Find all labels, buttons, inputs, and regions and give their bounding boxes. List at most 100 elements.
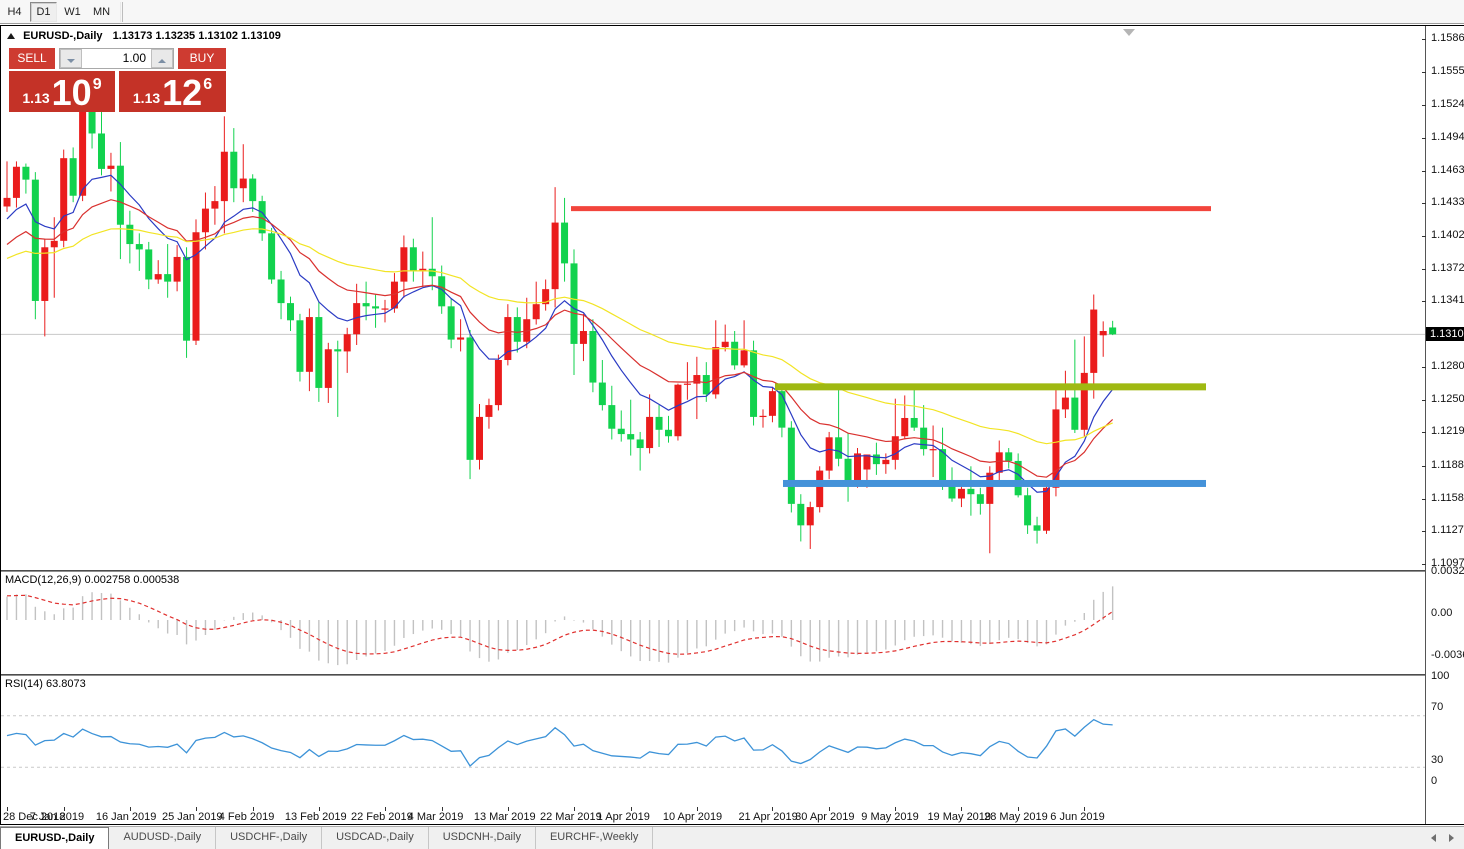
- chart-tab-eurusd[interactable]: EURUSD-,Daily: [0, 827, 109, 849]
- chart-tab-usdcad[interactable]: USDCAD-,Daily: [322, 827, 429, 849]
- timeframe-button-w1[interactable]: W1: [59, 2, 86, 22]
- date-axis-label: 22 Mar 2019: [540, 811, 602, 823]
- buy-price-display[interactable]: 1.13 12 6: [119, 71, 226, 112]
- price-axis-label: 1.15245: [1431, 98, 1464, 110]
- chart-shift-marker-icon[interactable]: [1123, 29, 1135, 36]
- tab-scroll-right-icon[interactable]: [1449, 834, 1454, 842]
- price-axis-tick: [1422, 301, 1426, 302]
- date-axis[interactable]: 28 Dec 20187 Jan 201916 Jan 201925 Jan 2…: [1, 807, 1425, 825]
- chart-tab-usdchf[interactable]: USDCHF-,Daily: [216, 827, 322, 849]
- indicator-axis-label: 30: [1431, 754, 1443, 766]
- chart-window: EURUSD-,Daily 1.13173 1.13235 1.13102 1.…: [0, 25, 1464, 825]
- date-axis-label: 4 Feb 2019: [219, 811, 275, 823]
- date-axis-label: 13 Feb 2019: [285, 811, 347, 823]
- indicator-axis-label: 70: [1431, 701, 1443, 713]
- volume-increase-button[interactable]: [151, 49, 173, 68]
- price-axis-tick: [1422, 499, 1426, 500]
- timeframe-button-mn[interactable]: MN: [88, 2, 115, 22]
- price-axis-tick: [1422, 432, 1426, 433]
- chart-tab-usdcnh[interactable]: USDCNH-,Daily: [429, 827, 536, 849]
- price-axis-label: 1.11580: [1431, 492, 1464, 504]
- rsi-label: RSI(14) 63.8073: [5, 678, 86, 690]
- price-axis-label: 1.11275: [1431, 524, 1464, 536]
- price-axis-label: 1.15550: [1431, 65, 1464, 77]
- macd-label: MACD(12,26,9) 0.002758 0.000538: [5, 574, 179, 586]
- price-axis-tick: [1422, 564, 1426, 565]
- timeframe-button-h4[interactable]: H4: [1, 2, 28, 22]
- price-axis-label: 1.11885: [1431, 459, 1464, 471]
- sell-price-display[interactable]: 1.13 10 9: [9, 71, 115, 112]
- volume-stepper[interactable]: 1.00: [59, 48, 174, 69]
- date-axis-label: 16 Jan 2019: [96, 811, 157, 823]
- date-axis-label: 28 May 2019: [984, 811, 1048, 823]
- date-axis-label: 7 Jan 2019: [30, 811, 84, 823]
- chart-tab-audusd[interactable]: AUDUSD-,Daily: [109, 827, 216, 849]
- price-axis-label: 1.13720: [1431, 262, 1464, 274]
- date-axis-label: 21 Apr 2019: [738, 811, 797, 823]
- volume-decrease-button[interactable]: [60, 49, 82, 68]
- price-axis-label: 1.14025: [1431, 229, 1464, 241]
- price-axis-tick: [1422, 531, 1426, 532]
- indicator-axis-label: 0.003287: [1431, 565, 1464, 577]
- toolbar-separator: [120, 2, 123, 22]
- collapse-panel-icon[interactable]: [7, 33, 15, 39]
- price-axis-tick: [1422, 105, 1426, 106]
- price-axis-label: 1.12805: [1431, 360, 1464, 372]
- timeframe-toolbar: H4D1W1MN: [0, 0, 1464, 24]
- date-axis-label: 22 Feb 2019: [351, 811, 413, 823]
- date-axis-label: 19 May 2019: [927, 811, 991, 823]
- sell-price-pips: 10: [52, 76, 92, 110]
- sell-price-base: 1.13: [22, 90, 49, 106]
- buy-button[interactable]: BUY: [178, 48, 226, 69]
- sell-button[interactable]: SELL: [9, 48, 55, 69]
- date-axis-label: 9 May 2019: [861, 811, 918, 823]
- price-axis-label: 1.12195: [1431, 425, 1464, 437]
- chevron-up-icon: [158, 59, 166, 63]
- volume-value[interactable]: 1.00: [123, 51, 146, 65]
- date-axis-label: 25 Jan 2019: [162, 811, 223, 823]
- chart-symbol-label: EURUSD-,Daily: [23, 30, 102, 42]
- buy-price-base: 1.13: [133, 90, 160, 106]
- price-axis-tick: [1422, 203, 1426, 204]
- buy-price-pips: 12: [162, 76, 202, 110]
- chart-title: EURUSD-,Daily 1.13173 1.13235 1.13102 1.…: [7, 30, 281, 42]
- date-axis-label: 6 Jun 2019: [1050, 811, 1104, 823]
- price-axis[interactable]: 1.15860 1.15550 1.15245 1.14940 1.14635 1.143…: [1425, 26, 1464, 824]
- price-axis-tick: [1422, 269, 1426, 270]
- indicator-axis-label: -0.003659: [1431, 649, 1464, 661]
- sell-price-point: 9: [93, 76, 102, 94]
- date-axis-label: 30 Apr 2019: [795, 811, 854, 823]
- rsi-pane-separator[interactable]: [1, 674, 1425, 676]
- price-axis-tick: [1422, 171, 1426, 172]
- chart-quote-ohlc: 1.13173 1.13235 1.13102 1.13109: [113, 30, 281, 42]
- chevron-down-icon: [67, 59, 75, 63]
- price-axis-label: 1.14635: [1431, 164, 1464, 176]
- date-axis-label: 10 Apr 2019: [663, 811, 722, 823]
- macd-indicator-canvas[interactable]: [1, 573, 1425, 673]
- one-click-trade-panel: SELL 1.00 BUY 1.13 10 9 1.13 12 6: [9, 48, 226, 112]
- indicator-axis-label: 0: [1431, 775, 1437, 787]
- macd-pane-separator[interactable]: [1, 570, 1425, 572]
- current-price-badge: 1.13109: [1426, 327, 1464, 341]
- date-axis-label: 1 Apr 2019: [597, 811, 650, 823]
- price-axis-label: 1.13415: [1431, 294, 1464, 306]
- price-axis-tick: [1422, 466, 1426, 467]
- chart-tab-bar: EURUSD-,DailyAUDUSD-,DailyUSDCHF-,DailyU…: [0, 826, 1464, 849]
- price-axis-tick: [1422, 138, 1426, 139]
- indicator-axis-label: 100: [1431, 670, 1449, 682]
- price-axis-label: 1.15860: [1431, 32, 1464, 44]
- price-axis-label: 1.12500: [1431, 393, 1464, 405]
- price-axis-tick: [1422, 236, 1426, 237]
- rsi-indicator-canvas[interactable]: [1, 677, 1425, 806]
- date-axis-label: 13 Mar 2019: [474, 811, 536, 823]
- price-axis-tick: [1422, 367, 1426, 368]
- timeframe-button-d1[interactable]: D1: [30, 2, 57, 22]
- tab-scroll-left-icon[interactable]: [1431, 834, 1436, 842]
- price-axis-label: 1.14330: [1431, 196, 1464, 208]
- buy-price-point: 6: [203, 76, 212, 94]
- price-axis-tick: [1422, 39, 1426, 40]
- chart-tab-eurchf[interactable]: EURCHF-,Weekly: [536, 827, 653, 849]
- price-axis-label: 1.14940: [1431, 131, 1464, 143]
- price-axis-tick: [1422, 72, 1426, 73]
- price-axis-tick: [1422, 400, 1426, 401]
